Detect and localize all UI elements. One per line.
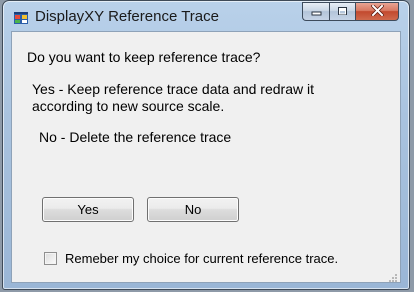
yes-button[interactable]: Yes (42, 197, 134, 222)
yes-description-line1: Yes - Keep reference trace data and redr… (32, 81, 314, 97)
question-text: Do you want to keep reference trace? (27, 49, 261, 65)
title-bar[interactable]: DisplayXY Reference Trace (3, 1, 409, 31)
dialog-window: DisplayXY Reference Trace Do you want to… (2, 0, 410, 290)
remember-choice-row[interactable]: Remeber my choice for current reference … (44, 251, 338, 266)
close-icon (370, 3, 384, 21)
minimize-button[interactable] (302, 2, 329, 21)
remember-choice-label[interactable]: Remeber my choice for current reference … (65, 251, 338, 266)
minimize-icon (311, 3, 322, 21)
resize-grip-icon[interactable] (388, 270, 398, 282)
window-title: DisplayXY Reference Trace (35, 8, 219, 25)
remember-choice-checkbox[interactable] (44, 252, 57, 265)
app-window-icon[interactable] (14, 11, 28, 24)
dialog-body: Do you want to keep reference trace? Yes… (11, 31, 401, 283)
caption-buttons (302, 2, 399, 22)
maximize-icon (337, 3, 348, 21)
no-description: No - Delete the reference trace (39, 129, 232, 145)
maximize-button[interactable] (329, 2, 355, 21)
no-button[interactable]: No (147, 197, 239, 222)
yes-description-line2: according to new source scale. (32, 98, 225, 114)
close-button[interactable] (355, 2, 399, 21)
